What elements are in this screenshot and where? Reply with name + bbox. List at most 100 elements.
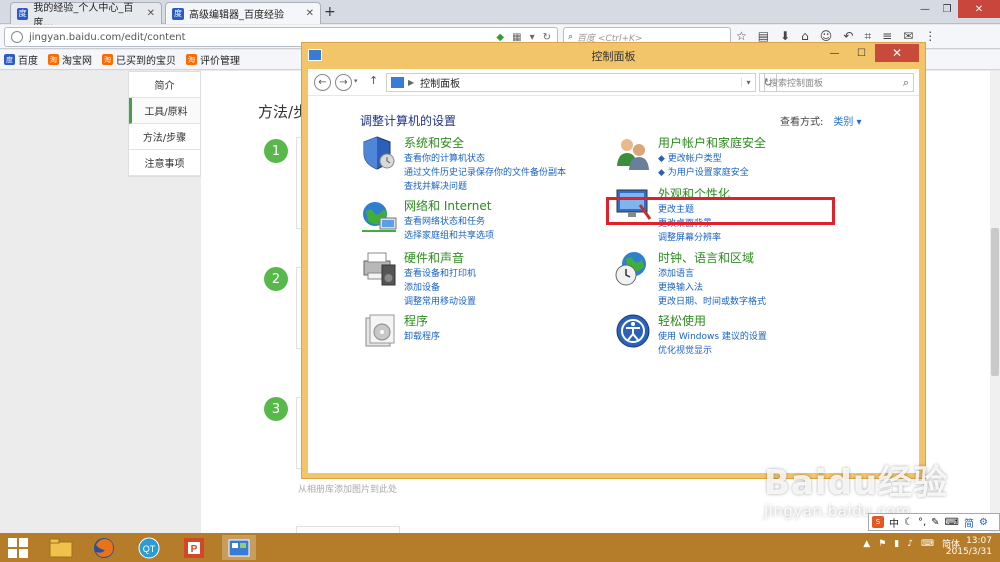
- maximize-button[interactable]: ☐: [848, 44, 875, 62]
- uac-shield-icon: ◆: [658, 154, 665, 164]
- control-panel-titlebar[interactable]: 控制面板 — ☐ ✕: [302, 43, 925, 69]
- bookmark-purchased[interactable]: 淘已买到的宝贝: [102, 52, 176, 67]
- bookmark-taobao[interactable]: 淘淘宝网: [48, 52, 92, 67]
- keyboard-icon[interactable]: ⌨: [945, 517, 959, 528]
- browser-tab-experience[interactable]: 度 我的经验_个人中心_百度... ✕: [10, 2, 162, 29]
- category-title[interactable]: 时钟、语言和区域: [658, 249, 754, 266]
- restore-button[interactable]: ❐: [936, 0, 958, 18]
- step-badge: 3: [264, 397, 288, 421]
- file-explorer-icon[interactable]: [44, 535, 78, 560]
- ime-toolbar[interactable]: S 中 ☾ °, ✎ ⌨ 简 ⚙: [868, 513, 1000, 531]
- baidu-watermark: Baidu经验 jingyan.baidu.com: [764, 455, 948, 520]
- scrollbar-thumb[interactable]: [991, 228, 999, 376]
- minimize-button[interactable]: —: [914, 0, 936, 18]
- control-panel-content: 调整计算机的设置 查看方式: 类别 ▾ 系统和安全 查看你的计算机状态 通过文件历…: [308, 96, 919, 473]
- chat-app-icon[interactable]: QT: [132, 535, 166, 560]
- outline-item-steps[interactable]: 方法/步骤: [129, 124, 200, 150]
- control-panel-taskbar-icon[interactable]: [222, 535, 256, 560]
- view-by-dropdown[interactable]: 类别 ▾: [833, 117, 861, 128]
- category-title[interactable]: 轻松使用: [658, 312, 706, 329]
- volume-icon[interactable]: ♪: [907, 539, 913, 549]
- category-link[interactable]: 更改日期、时间或数字格式: [658, 294, 766, 307]
- category-link[interactable]: 查找并解决问题: [404, 179, 467, 192]
- category-link[interactable]: 添加语言: [658, 266, 694, 279]
- category-link[interactable]: 选择家庭组和共享选项: [404, 228, 494, 241]
- tray-arrow-icon[interactable]: ▲: [863, 539, 870, 549]
- history-dropdown-icon[interactable]: ▾: [354, 77, 358, 85]
- taobao-icon: 淘: [48, 54, 59, 65]
- watermark-brand: Baidu经验: [764, 463, 949, 503]
- close-icon[interactable]: ✕: [306, 8, 314, 19]
- qr-icon[interactable]: ▦: [512, 32, 521, 43]
- category-link[interactable]: 调整屏幕分辨率: [658, 230, 721, 243]
- firefox-icon[interactable]: [87, 535, 121, 560]
- breadcrumb[interactable]: 控制面板: [420, 75, 460, 90]
- category-title[interactable]: 系统和安全: [404, 134, 464, 151]
- powerpoint-icon[interactable]: P: [177, 535, 211, 560]
- up-arrow-icon[interactable]: ↑: [369, 74, 378, 87]
- clock[interactable]: 13:07 2015/3/31: [946, 536, 992, 558]
- network-globe-icon[interactable]: [360, 197, 398, 235]
- photo-hint[interactable]: 从相册库添加图片到此处: [298, 482, 397, 495]
- outline-item-tools[interactable]: 工具/原料: [129, 98, 200, 124]
- close-window-button[interactable]: ✕: [958, 0, 1000, 18]
- category-title[interactable]: 网络和 Internet: [404, 197, 491, 214]
- category-title[interactable]: 硬件和声音: [404, 249, 464, 266]
- new-tab-button[interactable]: +: [324, 4, 336, 20]
- category-link[interactable]: 卸载程序: [404, 329, 440, 342]
- globe-icon: [11, 31, 23, 43]
- taobao-icon: 淘: [102, 54, 113, 65]
- category-link[interactable]: 通过文件历史记录保存你的文件备份副本: [404, 165, 566, 178]
- category-link[interactable]: 使用 Windows 建议的设置: [658, 329, 767, 342]
- windows-start-button[interactable]: [8, 538, 28, 558]
- gear-icon[interactable]: ⚙: [979, 517, 988, 528]
- change-account-type-link[interactable]: ◆ 更改帐户类型: [658, 151, 722, 164]
- sogou-icon[interactable]: S: [872, 516, 884, 528]
- moon-icon[interactable]: ☾: [904, 517, 913, 528]
- bookmark-reviews[interactable]: 淘评价管理: [186, 52, 240, 67]
- browser-window-controls: — ❐ ✕: [914, 0, 1000, 18]
- minimize-button[interactable]: —: [821, 44, 848, 62]
- family-safety-link[interactable]: ◆ 为用户设置家庭安全: [658, 165, 749, 178]
- network-icon[interactable]: ▮: [894, 539, 899, 549]
- keyboard-icon[interactable]: ⌨: [921, 539, 934, 549]
- programs-icon[interactable]: [360, 312, 398, 350]
- address-bar[interactable]: ▶ 控制面板 ▾: [386, 73, 756, 92]
- close-icon[interactable]: ✕: [147, 8, 155, 19]
- ease-of-access-icon[interactable]: [614, 312, 652, 350]
- clock-globe-icon[interactable]: [614, 249, 652, 287]
- control-panel-search-input[interactable]: 搜索控制面板 ⌕: [764, 73, 914, 92]
- back-button[interactable]: ←: [314, 74, 331, 91]
- category-link[interactable]: 添加设备: [404, 280, 440, 293]
- flag-icon[interactable]: ⚑: [878, 539, 886, 549]
- dropdown-icon[interactable]: ▾: [530, 32, 535, 43]
- page-scrollbar[interactable]: [990, 71, 1000, 533]
- close-window-button[interactable]: ✕: [875, 44, 919, 62]
- category-link[interactable]: 查看设备和打印机: [404, 266, 476, 279]
- browser-tab-editor[interactable]: 度 高级编辑器_百度经验 ✕: [165, 2, 321, 24]
- category-link[interactable]: 更换输入法: [658, 280, 703, 293]
- shield-icon[interactable]: ◆: [496, 32, 504, 43]
- pen-icon[interactable]: ✎: [931, 517, 939, 528]
- category-title[interactable]: 用户帐户和家庭安全: [658, 134, 766, 151]
- printer-speaker-icon[interactable]: [360, 249, 398, 287]
- refresh-icon[interactable]: ↻: [543, 32, 551, 43]
- forward-button[interactable]: →: [335, 74, 352, 91]
- category-link[interactable]: 查看网络状态和任务: [404, 214, 485, 227]
- ime-mode[interactable]: 中: [889, 515, 899, 530]
- ime-charset[interactable]: 简: [964, 515, 974, 530]
- category-link[interactable]: 调整常用移动设置: [404, 294, 476, 307]
- more-icon[interactable]: ⋮: [924, 29, 936, 44]
- bookmark-baidu[interactable]: 度百度: [4, 52, 38, 67]
- baidu-icon: 度: [172, 7, 184, 20]
- category-title[interactable]: 程序: [404, 312, 428, 329]
- users-icon[interactable]: [614, 134, 652, 172]
- punctuation-icon[interactable]: °,: [918, 517, 926, 528]
- step-badge: 2: [264, 267, 288, 291]
- shield-icon[interactable]: [360, 134, 398, 172]
- category-link[interactable]: 查看你的计算机状态: [404, 151, 485, 164]
- outline-item-notes[interactable]: 注意事项: [129, 150, 200, 176]
- category-link[interactable]: 优化视觉显示: [658, 343, 712, 356]
- chevron-down-icon[interactable]: ▾: [741, 78, 755, 87]
- outline-item-intro[interactable]: 简介: [129, 72, 200, 98]
